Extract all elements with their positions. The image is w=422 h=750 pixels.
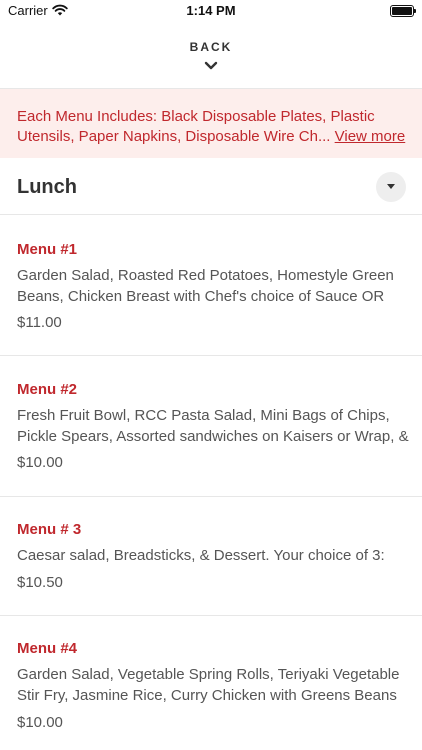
menu-item-description: Garden Salad, Roasted Red Potatoes, Home… (17, 267, 394, 305)
back-button[interactable]: BACK (0, 40, 422, 54)
menu-item[interactable]: Menu #4 Garden Salad, Vegetable Spring R… (0, 616, 422, 750)
menu-item-description: Garden Salad, Vegetable Spring Rolls, Te… (17, 666, 400, 704)
menu-item-price: $10.00 (17, 714, 63, 731)
section-dropdown-button[interactable] (376, 172, 406, 202)
menu-item-description: Fresh Fruit Bowl, RCC Pasta Salad, Mini … (17, 407, 409, 445)
section-title: Lunch (17, 176, 77, 198)
menu-item-description: Caesar salad, Breadsticks, & Dessert. Yo… (17, 547, 385, 564)
view-more-link[interactable]: View more (335, 128, 406, 145)
menu-item[interactable]: Menu #2 Fresh Fruit Bowl, RCC Pasta Sala… (0, 356, 422, 497)
banner-text: Each Menu Includes: Black Disposable Pla… (17, 108, 375, 145)
menu-item[interactable]: Menu #1 Garden Salad, Roasted Red Potato… (0, 215, 422, 356)
dropdown-triangle-icon (387, 184, 395, 189)
menu-item-title: Menu #2 (17, 381, 78, 398)
battery-icon (390, 5, 416, 17)
menu-item-title: Menu #4 (17, 640, 78, 657)
clock: 1:14 PM (186, 3, 236, 18)
menu-item-price: $11.00 (17, 314, 62, 331)
header: BACK (0, 24, 422, 89)
banner-text-block: Each Menu Includes: Black Disposable Pla… (17, 107, 409, 147)
menu-item-title: Menu #1 (17, 241, 78, 258)
chevron-down-icon[interactable] (203, 60, 219, 72)
menu-item-price: $10.50 (17, 574, 63, 591)
section-header: Lunch (0, 158, 422, 215)
status-bar: Carrier 1:14 PM (0, 0, 422, 24)
includes-banner: Each Menu Includes: Black Disposable Pla… (0, 89, 422, 158)
menu-item[interactable]: Menu # 3 Caesar salad, Breadsticks, & De… (0, 497, 422, 616)
menu-item-price: $10.00 (17, 454, 63, 471)
menu-item-title: Menu # 3 (17, 521, 82, 538)
